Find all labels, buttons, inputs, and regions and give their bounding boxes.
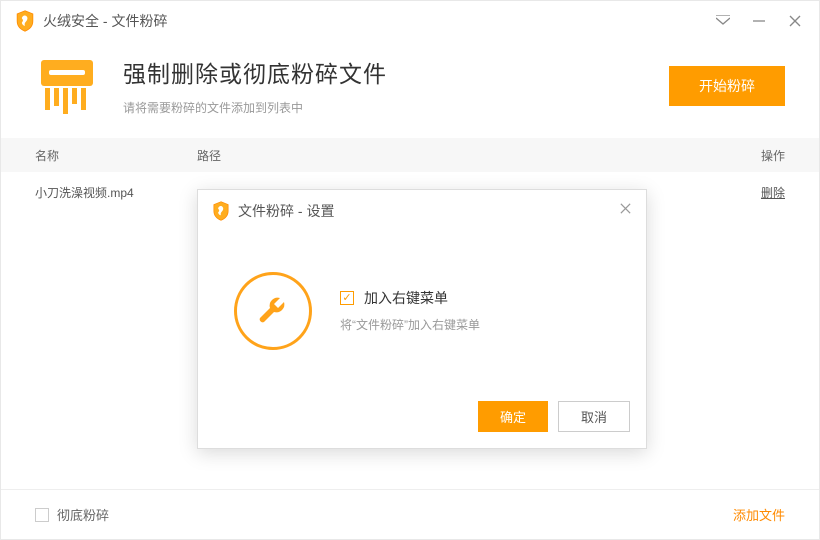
option-block: ✓ 加入右键菜单 将“文件粉碎”加入右键菜单 [340, 288, 480, 333]
table-header: 名称 路径 操作 [1, 138, 819, 172]
footer: 彻底粉碎 添加文件 [1, 489, 819, 539]
context-menu-checkbox[interactable]: ✓ [340, 291, 354, 305]
option-desc: 将“文件粉碎”加入右键菜单 [340, 316, 480, 333]
thorough-checkbox[interactable] [35, 508, 49, 522]
close-icon[interactable] [787, 13, 803, 29]
header: 强制删除或彻底粉碎文件 请将需要粉碎的文件添加到列表中 开始粉碎 [1, 41, 819, 138]
add-file-link[interactable]: 添加文件 [733, 505, 785, 524]
page-subtitle: 请将需要粉碎的文件添加到列表中 [123, 99, 645, 116]
cancel-button[interactable]: 取消 [558, 401, 630, 432]
thorough-label: 彻底粉碎 [57, 505, 109, 524]
dialog-body: ✓ 加入右键菜单 将“文件粉碎”加入右键菜单 [198, 232, 646, 389]
shield-icon [15, 10, 35, 32]
footer-left: 彻底粉碎 [35, 505, 109, 524]
dialog-title-left: 文件粉碎 - 设置 [212, 201, 334, 221]
dialog-footer: 确定 取消 [198, 389, 646, 448]
dialog-titlebar: 文件粉碎 - 设置 [198, 190, 646, 232]
menu-icon[interactable] [715, 13, 731, 29]
col-header-name: 名称 [35, 147, 197, 164]
settings-dialog: 文件粉碎 - 设置 ✓ 加入右键菜单 将“文件粉碎”加入右键菜单 确定 取消 [197, 189, 647, 449]
file-name-cell: 小刀洗澡视频.mp4 [35, 184, 197, 201]
shield-icon [212, 201, 230, 221]
titlebar: 火绒安全 - 文件粉碎 [1, 1, 819, 41]
close-icon[interactable] [619, 202, 632, 220]
ok-button[interactable]: 确定 [478, 401, 548, 432]
window-controls [715, 13, 803, 29]
app-title: 火绒安全 - 文件粉碎 [43, 11, 167, 31]
dialog-title: 文件粉碎 - 设置 [238, 201, 334, 221]
wrench-icon [234, 272, 312, 350]
col-header-path: 路径 [197, 147, 725, 164]
col-header-op: 操作 [725, 147, 785, 164]
start-shred-button[interactable]: 开始粉碎 [669, 66, 785, 106]
minimize-icon[interactable] [751, 13, 767, 29]
page-title: 强制删除或彻底粉碎文件 [123, 55, 645, 89]
delete-link[interactable]: 删除 [761, 186, 785, 200]
option-row: ✓ 加入右键菜单 [340, 288, 480, 308]
option-label: 加入右键菜单 [364, 288, 448, 308]
title-left: 火绒安全 - 文件粉碎 [15, 10, 167, 32]
shredder-icon [35, 56, 99, 116]
header-text: 强制删除或彻底粉碎文件 请将需要粉碎的文件添加到列表中 [123, 55, 645, 116]
